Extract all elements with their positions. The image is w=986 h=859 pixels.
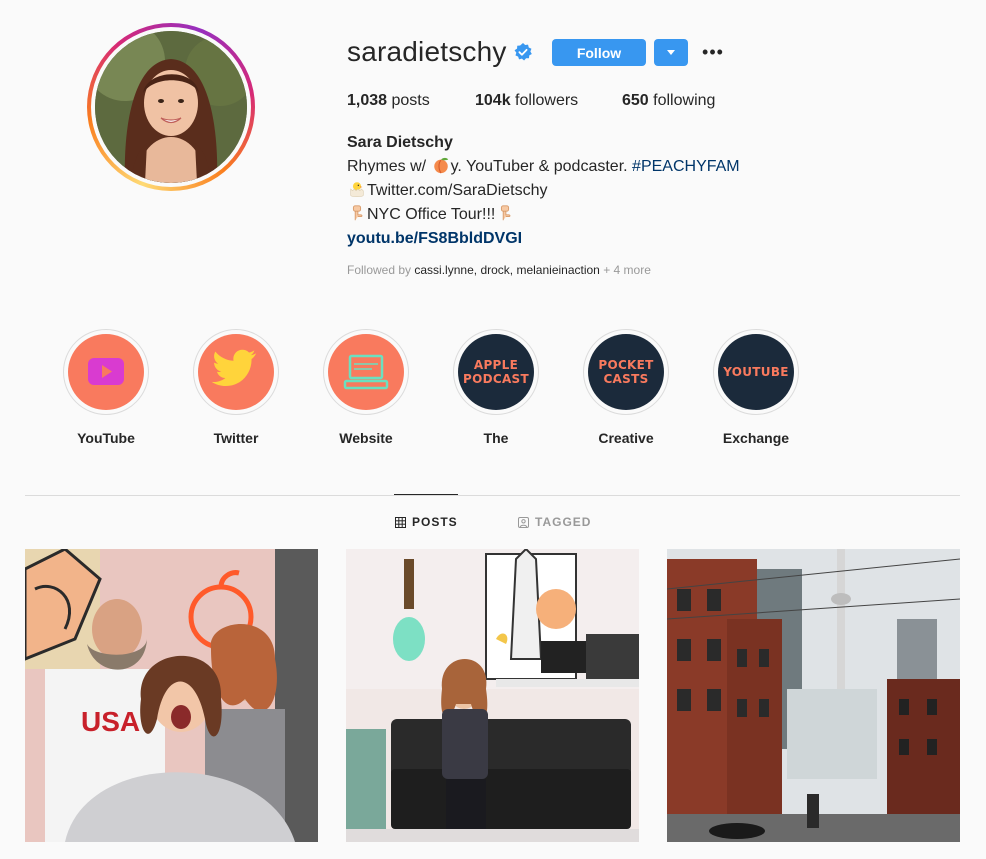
highlight-the[interactable]: APPLE PODCAST The	[446, 329, 546, 446]
follow-button[interactable]: Follow	[552, 39, 646, 66]
followed-by-prefix: Followed by	[347, 263, 412, 277]
highlight-ring	[63, 329, 149, 415]
cover-line-1: POCKET	[598, 358, 654, 372]
post-thumbnail[interactable]	[667, 549, 960, 842]
highlight-ring: YOUTUBE	[713, 329, 799, 415]
followed-by-user-3[interactable]: melanieinaction	[516, 263, 599, 277]
bio-twitter-link[interactable]: Twitter.com/SaraDietschy	[367, 182, 548, 199]
highlight-youtube[interactable]: YouTube	[56, 329, 156, 446]
highlight-website[interactable]: Website	[316, 329, 416, 446]
posts-label: posts	[391, 92, 430, 109]
follow-dropdown-button[interactable]	[654, 39, 688, 66]
followers-stat[interactable]: 104k followers	[475, 92, 578, 110]
point-down-emoji-icon-2	[501, 205, 511, 221]
profile-avatar[interactable]	[87, 23, 255, 191]
highlight-cover-text: YOUTUBE	[718, 365, 794, 379]
laptop-icon	[343, 354, 389, 390]
highlight-cover	[68, 334, 144, 410]
highlight-ring	[323, 329, 409, 415]
hatching-chick-emoji-icon	[350, 182, 364, 197]
highlight-cover: APPLE PODCAST	[458, 334, 534, 410]
peach-emoji-icon	[433, 157, 448, 174]
tab-posts-label: POSTS	[412, 515, 458, 529]
highlight-cover: YOUTUBE	[718, 334, 794, 410]
bio-office-tour: NYC Office Tour!!!	[367, 206, 496, 223]
following-stat[interactable]: 650 following	[622, 92, 715, 110]
tagged-person-icon	[518, 516, 529, 528]
followed-by-summary[interactable]: Followed by cassi.lynne, drock, melaniei…	[347, 263, 651, 277]
point-down-emoji-icon	[352, 205, 363, 221]
highlight-label: Creative	[598, 430, 654, 446]
profile-full-name: Sara Dietschy	[347, 134, 453, 151]
tab-tagged-label: TAGGED	[535, 515, 592, 529]
bio-line-2: Twitter.com/SaraDietschy	[347, 179, 740, 203]
highlight-cover	[328, 334, 404, 410]
bio-line1-prefix: Rhymes w/	[347, 158, 427, 175]
svg-text:USA: USA	[81, 706, 140, 737]
followers-count: 104k	[475, 92, 511, 109]
highlight-cover-text: APPLE PODCAST	[458, 358, 534, 386]
post-image-toronto-street	[667, 549, 960, 842]
highlight-exchange[interactable]: YOUTUBE Exchange	[706, 329, 806, 446]
chevron-down-icon	[667, 50, 675, 55]
bio-line-1: Rhymes w/ y. YouTuber & podcaster. #PEAC…	[347, 155, 740, 179]
cover-line-1: APPLE	[473, 358, 519, 372]
highlight-cover	[198, 334, 274, 410]
bio-external-link[interactable]: youtu.be/FS8BbldDVGI	[347, 230, 522, 247]
cover-line-1: YOUTUBE	[723, 365, 789, 379]
cover-line-2: CASTS	[603, 372, 649, 386]
highlight-label: Twitter	[213, 430, 259, 446]
youtube-play-icon	[88, 358, 124, 385]
more-options-icon[interactable]: •••	[700, 40, 726, 64]
highlight-label: Website	[339, 430, 393, 446]
profile-username: saradietschy	[347, 36, 507, 67]
cover-line-2: PODCAST	[463, 372, 529, 386]
post-image-selfie: USA	[25, 549, 318, 842]
avatar-photo	[95, 31, 247, 183]
posts-stat[interactable]: 1,038 posts	[347, 92, 430, 110]
bio-line1-suffix: y. YouTuber & podcaster.	[450, 158, 628, 175]
highlight-ring: APPLE PODCAST	[453, 329, 539, 415]
highlight-cover: POCKET CASTS	[588, 334, 664, 410]
followed-by-user-1[interactable]: cassi.lynne	[414, 263, 473, 277]
tab-posts[interactable]: POSTS	[395, 515, 458, 529]
grid-icon	[395, 516, 406, 528]
following-label: following	[653, 92, 716, 109]
bio-line-3: NYC Office Tour!!!	[347, 203, 740, 227]
highlight-label: The	[483, 430, 509, 446]
verified-badge-icon	[514, 43, 532, 61]
followed-by-user-2[interactable]: drock	[480, 263, 509, 277]
highlight-label: Exchange	[722, 430, 790, 446]
active-tab-indicator	[394, 494, 458, 495]
following-count: 650	[622, 92, 649, 109]
post-thumbnail[interactable]: USA	[25, 549, 318, 842]
followed-by-more[interactable]: + 4 more	[603, 263, 651, 277]
highlight-twitter[interactable]: Twitter	[186, 329, 286, 446]
highlight-cover-text: POCKET CASTS	[588, 358, 664, 386]
bio-hashtag-link[interactable]: #PEACHYFAM	[632, 158, 740, 175]
tab-tagged[interactable]: TAGGED	[518, 515, 591, 529]
highlight-label: YouTube	[77, 430, 135, 446]
post-image-office	[346, 549, 639, 842]
followers-label: followers	[515, 92, 579, 109]
profile-bio: Sara Dietschy Rhymes w/ y. YouTuber & po…	[347, 131, 740, 251]
tabs-divider	[25, 495, 960, 496]
twitter-bird-icon	[211, 349, 257, 386]
highlight-ring	[193, 329, 279, 415]
posts-count: 1,038	[347, 92, 388, 109]
highlight-ring: POCKET CASTS	[583, 329, 669, 415]
post-thumbnail[interactable]	[346, 549, 639, 842]
highlight-creative[interactable]: POCKET CASTS Creative	[576, 329, 676, 446]
